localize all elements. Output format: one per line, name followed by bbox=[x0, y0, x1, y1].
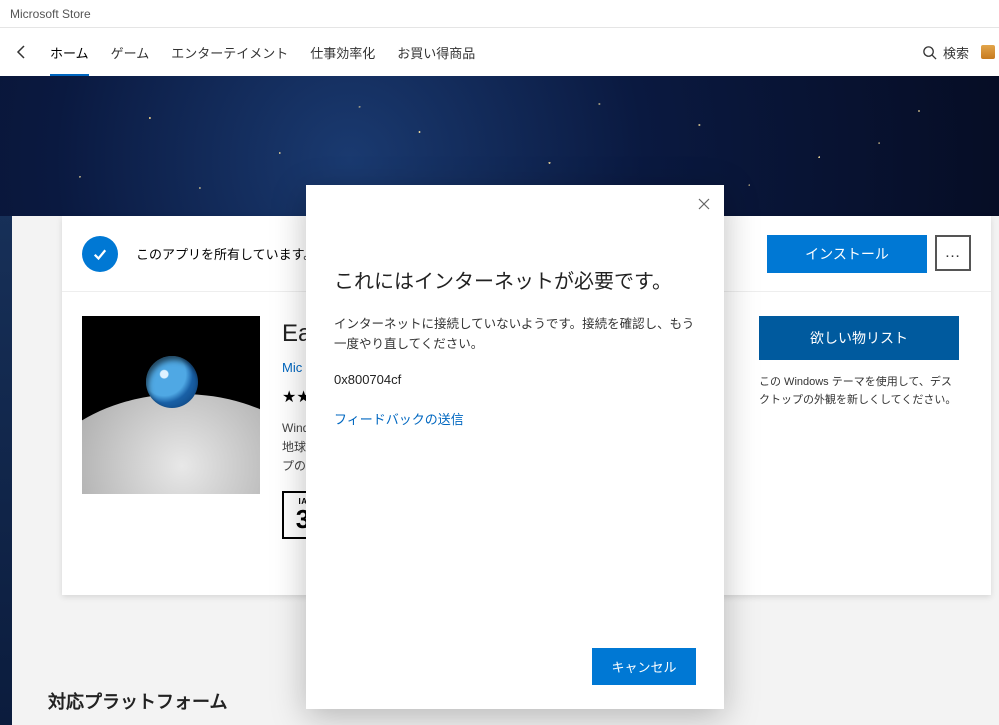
dialog-close-button[interactable] bbox=[694, 193, 714, 219]
dialog-cancel-button[interactable]: キャンセル bbox=[592, 648, 696, 685]
dialog-error-code: 0x800704cf bbox=[334, 372, 696, 387]
error-dialog: これにはインターネットが必要です。 インターネットに接続していないようです。接続… bbox=[306, 185, 724, 709]
close-icon bbox=[698, 198, 710, 210]
feedback-link[interactable]: フィードバックの送信 bbox=[334, 409, 696, 428]
modal-overlay: これにはインターネットが必要です。 インターネットに接続していないようです。接続… bbox=[0, 0, 999, 725]
dialog-message: インターネットに接続していないようです。接続を確認し、もう一度やり直してください… bbox=[334, 314, 696, 354]
dialog-title: これにはインターネットが必要です。 bbox=[334, 265, 696, 294]
